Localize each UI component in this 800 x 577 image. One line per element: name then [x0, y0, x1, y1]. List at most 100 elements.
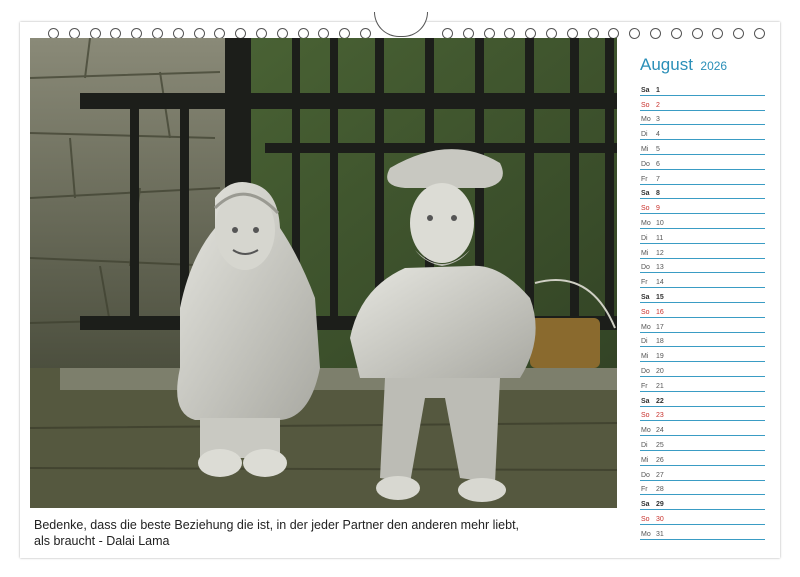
- day-row: Mo 17: [640, 318, 765, 333]
- day-number: 19: [656, 353, 664, 361]
- day-row: So 2: [640, 96, 765, 111]
- day-number: 24: [656, 427, 664, 435]
- day-row: Do 27: [640, 466, 765, 481]
- day-name: Di: [641, 338, 648, 346]
- day-row: Sa 8: [640, 185, 765, 200]
- day-number: 11: [656, 234, 664, 242]
- day-number: 22: [656, 397, 664, 405]
- day-row: Di 11: [640, 229, 765, 244]
- day-name: So: [641, 205, 650, 213]
- day-row: So 16: [640, 303, 765, 318]
- day-number: 23: [656, 412, 664, 420]
- day-number: 20: [656, 367, 664, 375]
- day-row: So 30: [640, 510, 765, 525]
- day-number: 13: [656, 264, 664, 272]
- day-number: 28: [656, 486, 664, 494]
- month-name: August: [640, 55, 693, 74]
- day-row: So 23: [640, 407, 765, 422]
- day-name: Mo: [641, 116, 651, 124]
- day-number: 18: [656, 338, 664, 346]
- day-row: Mi 19: [640, 347, 765, 363]
- day-name: Di: [641, 131, 648, 139]
- day-name: Sa: [641, 86, 650, 94]
- day-name: Mo: [641, 219, 651, 227]
- quote-line-2: als braucht - Dalai Lama: [34, 534, 170, 548]
- day-number: 31: [656, 530, 664, 538]
- day-number: 5: [656, 145, 660, 153]
- day-name: Mi: [641, 145, 649, 153]
- day-row: Mo 3: [640, 111, 765, 126]
- day-number: 6: [656, 160, 660, 168]
- month-photo: [30, 38, 617, 508]
- binding-ring: [754, 28, 765, 39]
- day-name: Fr: [641, 382, 648, 390]
- month-year: 2026: [700, 59, 728, 73]
- day-number: 10: [656, 219, 664, 227]
- day-name: Di: [641, 234, 648, 242]
- day-list: Sa 1 So 2 Mo 3 Di 4 Mi 5 Do 6 Fr 7 Sa 8 So 9 Mo 10 Di 11 Mi 12 D…: [640, 81, 765, 540]
- day-row: Fr 28: [640, 481, 765, 496]
- day-row: Mi 5: [640, 140, 765, 155]
- day-name: Do: [641, 264, 650, 272]
- day-name: Sa: [641, 293, 650, 301]
- day-number: 12: [656, 249, 664, 257]
- day-number: 14: [656, 279, 664, 287]
- day-name: Mi: [641, 456, 649, 464]
- month-header: August 2026: [640, 55, 770, 77]
- day-name: Do: [641, 367, 650, 375]
- day-row: Di 18: [640, 333, 765, 348]
- day-number: 21: [656, 382, 664, 390]
- binding-ring: [691, 28, 703, 39]
- day-row: Mi 26: [640, 451, 765, 466]
- day-row: Fr 21: [640, 377, 765, 392]
- day-number: 27: [656, 471, 664, 479]
- day-number: 15: [656, 293, 664, 301]
- binding-ring: [650, 28, 661, 39]
- day-number: 29: [656, 501, 664, 509]
- day-row: Do 13: [640, 259, 765, 274]
- day-number: 8: [656, 190, 660, 198]
- day-row: Sa 22: [640, 392, 765, 407]
- day-row: Di 25: [640, 436, 765, 451]
- day-name: Fr: [641, 175, 648, 183]
- day-number: 17: [656, 323, 664, 331]
- day-row: Di 4: [640, 125, 765, 141]
- day-name: Mi: [641, 353, 649, 361]
- day-name: Sa: [641, 501, 650, 509]
- day-number: 25: [656, 441, 664, 449]
- day-name: Mo: [641, 530, 651, 538]
- day-number: 4: [656, 131, 660, 139]
- day-row: Fr 7: [640, 170, 765, 185]
- day-number: 1: [656, 86, 660, 94]
- day-row: Fr 14: [640, 273, 765, 289]
- day-name: Do: [641, 160, 650, 168]
- day-name: Fr: [641, 486, 648, 494]
- day-row: Mo 24: [640, 421, 765, 437]
- day-number: 3: [656, 116, 660, 124]
- day-row: Mo 10: [640, 214, 765, 229]
- binding-ring: [733, 28, 745, 39]
- day-name: Do: [641, 471, 650, 479]
- day-row: Sa 1: [640, 81, 765, 96]
- day-row: Sa 15: [640, 288, 765, 303]
- day-name: Di: [641, 441, 648, 449]
- day-number: 7: [656, 175, 660, 183]
- binding-ring: [670, 28, 682, 39]
- day-row: So 9: [640, 199, 765, 215]
- day-name: Sa: [641, 397, 650, 405]
- day-row: Sa 29: [640, 495, 765, 511]
- day-number: 2: [656, 101, 660, 109]
- day-name: So: [641, 308, 650, 316]
- day-name: So: [641, 101, 650, 109]
- day-name: So: [641, 412, 650, 420]
- quote-text: Bedenke, dass die beste Beziehung die is…: [34, 517, 614, 549]
- day-name: So: [641, 515, 650, 523]
- day-name: Mi: [641, 249, 649, 257]
- quote-line-1: Bedenke, dass die beste Beziehung die is…: [34, 518, 520, 532]
- day-name: Mo: [641, 427, 651, 435]
- day-row: Mi 12: [640, 244, 765, 259]
- day-number: 26: [656, 456, 664, 464]
- day-row: Do 6: [640, 155, 765, 170]
- day-row: Mo 31: [640, 525, 765, 540]
- day-name: Mo: [641, 323, 651, 331]
